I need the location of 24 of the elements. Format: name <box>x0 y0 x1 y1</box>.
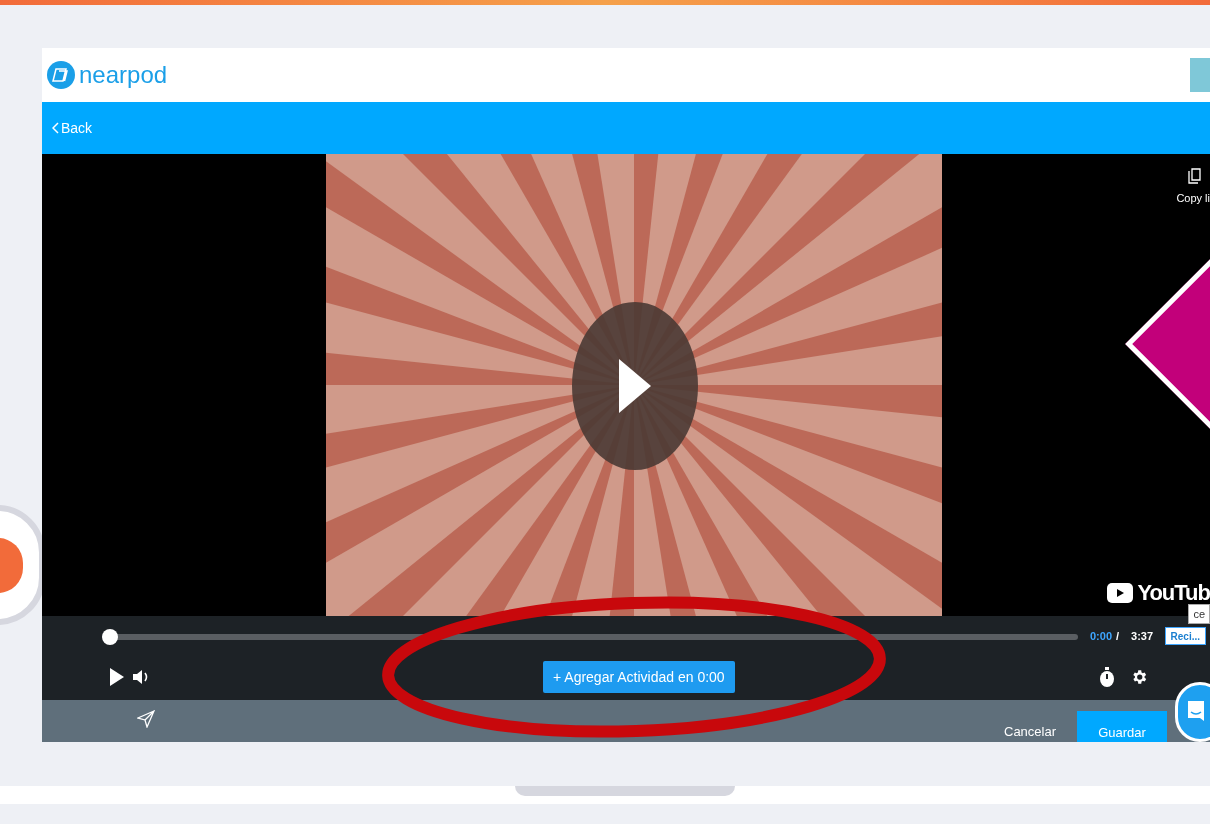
play-button[interactable] <box>110 668 124 686</box>
video-logo-icon <box>1107 583 1134 603</box>
current-time: 0:00 <box>1090 629 1113 644</box>
copy-icon <box>1188 168 1202 184</box>
stopwatch-icon <box>1099 667 1115 687</box>
volume-icon <box>132 668 150 686</box>
save-button[interactable]: Guardar <box>1077 711 1167 742</box>
play-icon <box>110 668 124 686</box>
tooltip: ce <box>1188 604 1210 624</box>
progress-thumb[interactable] <box>102 629 118 645</box>
back-button[interactable]: Back <box>52 117 93 139</box>
cancel-button[interactable]: Cancelar <box>1004 722 1057 742</box>
add-activity-button[interactable]: + Agregar Actividad en 0:00 <box>543 661 735 693</box>
duration-time: 3:37 <box>1131 629 1154 644</box>
copy-link-button[interactable]: Copy li <box>1176 168 1210 207</box>
send-icon <box>137 710 155 728</box>
video-logo-text: YouTub <box>1137 582 1210 604</box>
chevron-left-icon <box>52 122 59 134</box>
play-icon <box>617 357 653 415</box>
time-separator: / <box>1116 629 1120 644</box>
side-button[interactable]: Reci... <box>1164 627 1206 645</box>
brand-name: nearpod <box>79 63 168 87</box>
volume-button[interactable] <box>132 668 150 686</box>
logo-icon <box>47 61 75 89</box>
